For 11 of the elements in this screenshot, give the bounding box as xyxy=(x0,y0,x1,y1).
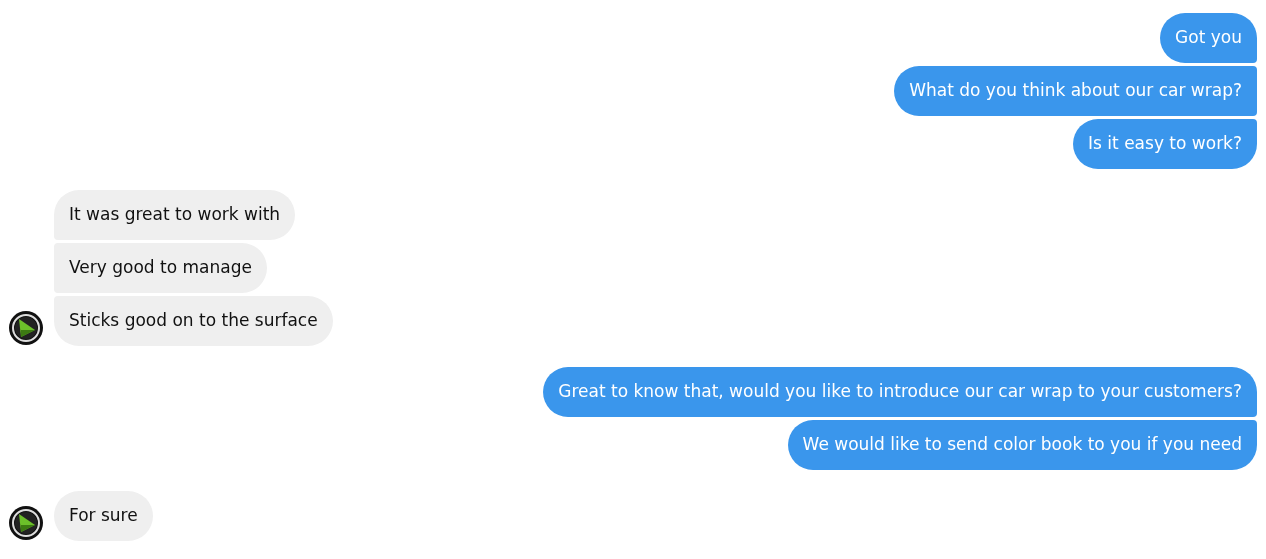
message-bubble: Very good to manage xyxy=(54,243,267,293)
message-bubble: Sticks good on to the surface xyxy=(54,296,333,346)
message-bubble: We would like to send color book to you if you need xyxy=(787,420,1257,470)
avatar-icon xyxy=(8,310,44,346)
message-bubble: Is it easy to work? xyxy=(1073,119,1257,169)
message-bubble: For sure xyxy=(54,491,153,541)
message-bubble: Got you xyxy=(1160,13,1257,63)
message-bubble: What do you think about our car wrap? xyxy=(894,66,1257,116)
message-bubble: It was great to work with xyxy=(54,190,296,240)
avatar-icon xyxy=(8,505,44,541)
message-bubble: Great to know that, would you like to introduce our car wrap to your customers? xyxy=(543,367,1257,417)
